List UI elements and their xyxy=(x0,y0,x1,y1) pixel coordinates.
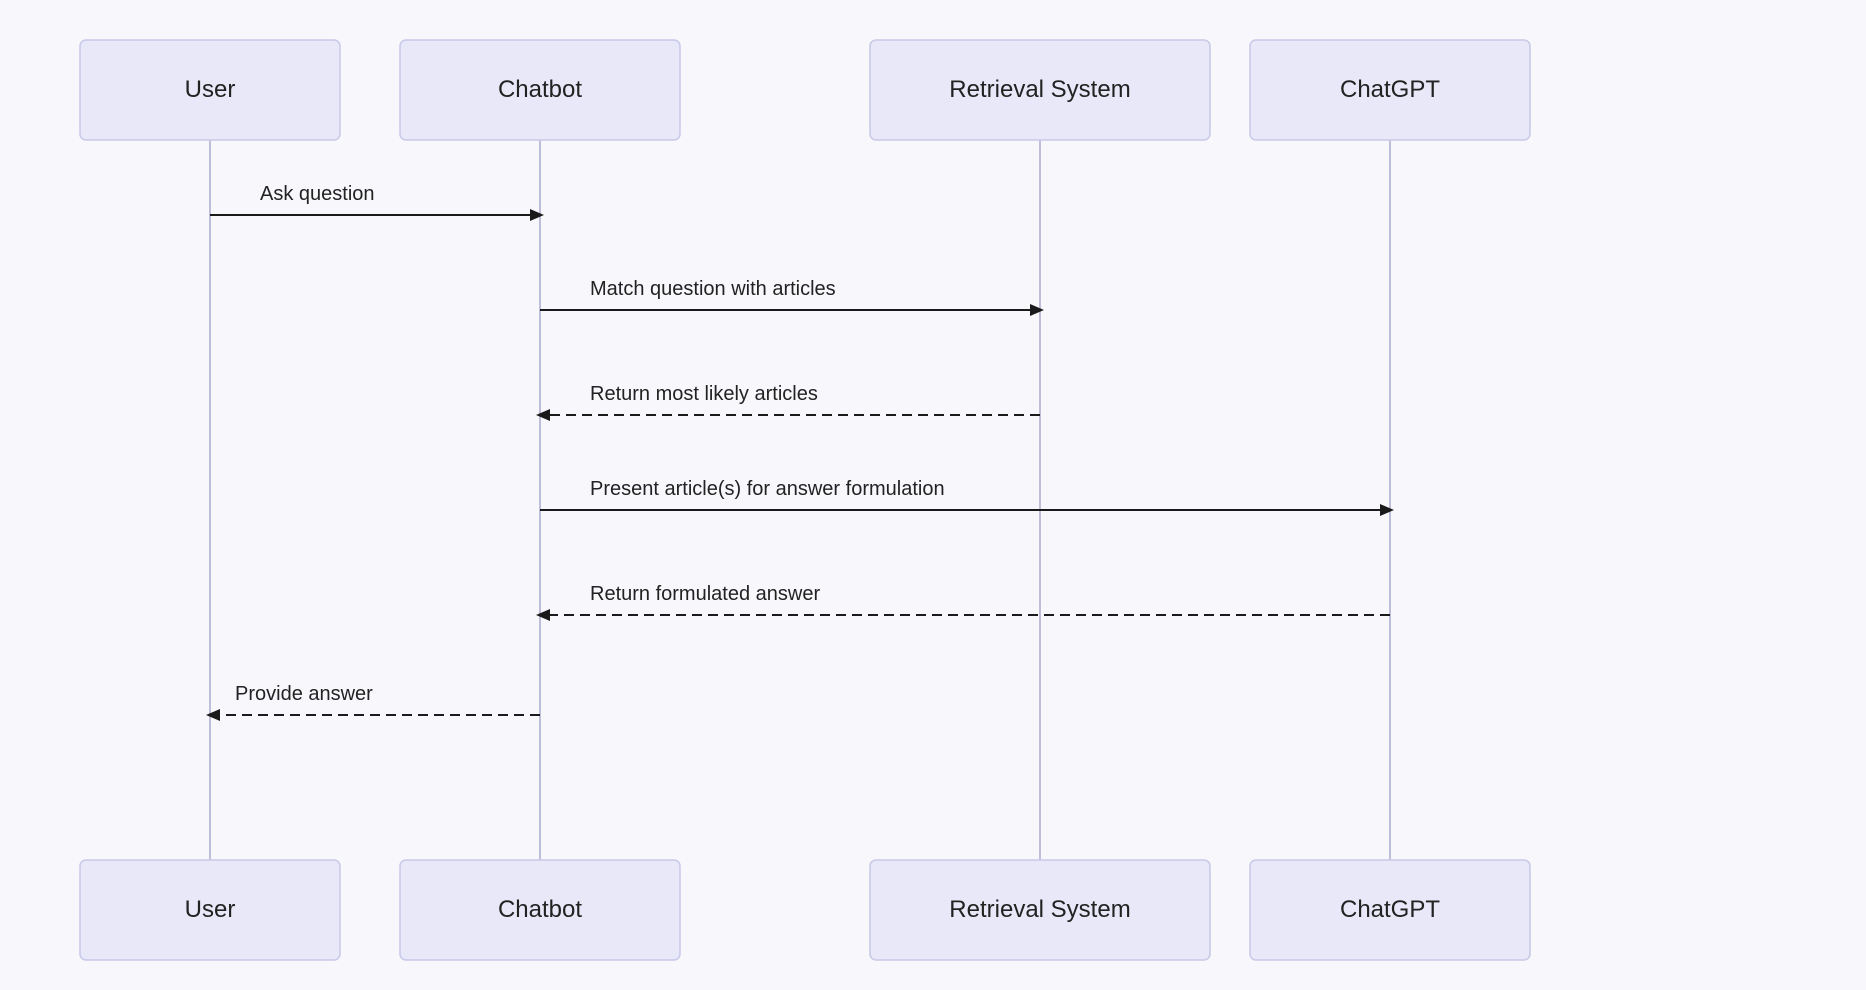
actor-user-bottom-label: User xyxy=(185,896,236,923)
actor-retrieval-bottom-label: Retrieval System xyxy=(949,896,1130,923)
msg4-label: Present article(s) for answer formulatio… xyxy=(590,478,945,500)
actor-chatgpt-bottom-label: ChatGPT xyxy=(1340,896,1440,923)
sequence-diagram: Ask question Match question with article… xyxy=(0,0,1866,990)
diagram-container: Ask question Match question with article… xyxy=(0,0,1866,990)
actor-chatgpt-top-label: ChatGPT xyxy=(1340,76,1440,103)
actor-user-top-label: User xyxy=(185,76,236,103)
actor-retrieval-top-label: Retrieval System xyxy=(949,76,1130,103)
msg3-label: Return most likely articles xyxy=(590,383,818,405)
msg6-label: Provide answer xyxy=(235,683,373,705)
msg1-label: Ask question xyxy=(260,183,375,205)
actor-chatbot-bottom-label: Chatbot xyxy=(498,896,582,923)
msg5-label: Return formulated answer xyxy=(590,583,820,605)
msg2-label: Match question with articles xyxy=(590,278,836,300)
actor-chatbot-top-label: Chatbot xyxy=(498,76,582,103)
